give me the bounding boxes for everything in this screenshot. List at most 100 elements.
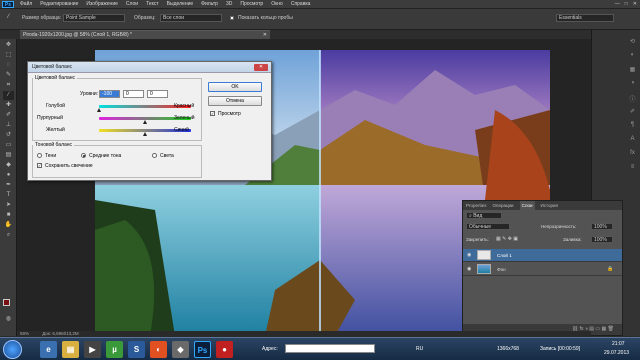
layer-row-layer1[interactable]: ◉ Слой 1	[463, 249, 622, 262]
level-yellow-blue-input[interactable]: 0	[147, 90, 168, 98]
photoshop-taskbar-icon[interactable]: Ps	[194, 341, 211, 358]
language-indicator[interactable]: RU	[416, 346, 423, 352]
ie-icon[interactable]: e	[40, 341, 57, 358]
menu-image[interactable]: Изображение	[86, 1, 118, 8]
hand-tool-icon[interactable]: ✋	[3, 221, 14, 230]
layer-row-background[interactable]: ◉ Фон 🔒	[463, 263, 622, 276]
level-magenta-green-input[interactable]: 0	[123, 90, 144, 98]
paragraph-icon[interactable]: ¶	[628, 122, 637, 130]
address-input[interactable]	[285, 344, 375, 353]
info-icon[interactable]: ⓘ	[628, 94, 637, 103]
magenta-green-slider-thumb[interactable]	[143, 120, 147, 124]
tab-actions[interactable]: Операции	[493, 201, 514, 210]
brush-presets-icon[interactable]: ✐	[628, 108, 637, 116]
level-cyan-red-input[interactable]: -100	[99, 90, 120, 98]
sample-size-select[interactable]: Point Sample	[63, 14, 125, 22]
document-tab[interactable]: Piroda-1920x1200.jpg @ 58% (Слой 1, RGB/…	[20, 30, 270, 39]
eye-icon[interactable]: ◉	[467, 252, 471, 258]
utorrent-icon[interactable]: µ	[106, 341, 123, 358]
color-balance-dialog: Цветовой баланс ✕ Цветовой баланс Уровни…	[27, 61, 272, 181]
eyedropper-tool-icon[interactable]: ⁄	[3, 91, 14, 100]
start-button[interactable]	[3, 340, 22, 359]
eyedropper-tool-icon[interactable]: ⁄	[3, 13, 14, 22]
pen-tool-icon[interactable]: ✒	[3, 181, 14, 190]
healing-tool-icon[interactable]: ✚	[3, 101, 14, 110]
styles-icon[interactable]: fx	[628, 150, 637, 158]
cyan-red-slider-thumb[interactable]	[97, 108, 101, 112]
move-tool-icon[interactable]: ✥	[3, 41, 14, 50]
preserve-luminosity-checkbox[interactable]: ✓	[37, 163, 42, 168]
history-icon[interactable]: ⟲	[628, 38, 637, 46]
menu-type[interactable]: Текст	[146, 1, 159, 8]
workspace-select[interactable]: Essentials	[556, 14, 614, 22]
minimize-button[interactable]: —	[615, 1, 620, 7]
gradient-tool-icon[interactable]: ▤	[3, 151, 14, 160]
tone-highlights-radio[interactable]	[152, 153, 157, 158]
clock-date[interactable]: 29.07.2013	[604, 350, 629, 356]
brush-tool-icon[interactable]: ✐	[3, 111, 14, 120]
zoom-tool-icon[interactable]: ⌕	[3, 231, 14, 240]
path-select-tool-icon[interactable]: ➤	[3, 201, 14, 210]
blend-mode-select[interactable]: Обычные	[466, 223, 510, 230]
dialog-titlebar[interactable]: Цветовой баланс	[28, 62, 271, 73]
tab-properties[interactable]: Properties	[466, 201, 487, 210]
close-button[interactable]: ✕	[633, 1, 637, 7]
tone-midtones-radio[interactable]	[81, 153, 86, 158]
layer-name[interactable]: Слой 1	[497, 253, 512, 258]
menu-help[interactable]: Справка	[291, 1, 311, 8]
media-player-icon[interactable]: ▶	[84, 341, 101, 358]
opacity-input[interactable]: 100%	[591, 223, 613, 230]
menu-file[interactable]: Файл	[20, 1, 32, 8]
layers-panel-tabs: Properties Операции Слои История	[463, 201, 622, 210]
character-icon[interactable]: A	[628, 136, 637, 144]
color-icon[interactable]: ◐	[628, 52, 637, 60]
tone-shadows-radio[interactable]	[37, 153, 42, 158]
tab-layers[interactable]: Слои	[519, 201, 535, 210]
app-icon[interactable]: ◆	[172, 341, 189, 358]
firefox-icon[interactable]: ◐	[150, 341, 167, 358]
skype-icon[interactable]: S	[128, 341, 145, 358]
fill-input[interactable]: 100%	[591, 236, 613, 243]
type-tool-icon[interactable]: T	[3, 191, 14, 200]
crop-tool-icon[interactable]: ⌗	[3, 81, 14, 90]
quick-select-tool-icon[interactable]: ✎	[3, 71, 14, 80]
dialog-close-icon[interactable]: ✕	[254, 64, 268, 71]
sample-select[interactable]: Все слои	[160, 14, 222, 22]
adjustments-icon[interactable]: ◑	[628, 80, 637, 88]
menu-select[interactable]: Выделение	[167, 1, 194, 8]
document-tab-close-icon[interactable]: ✕	[263, 31, 267, 39]
clock-time[interactable]: 21:07	[612, 341, 625, 347]
lock-icons[interactable]: ▦ ✎ ✥ ▣	[496, 236, 518, 242]
menu-3d[interactable]: 3D	[226, 1, 232, 8]
swatches-icon[interactable]: ▦	[628, 66, 637, 74]
layer-name[interactable]: Фон	[497, 267, 506, 272]
stamp-tool-icon[interactable]: ⊥	[3, 121, 14, 130]
yellow-blue-slider-thumb[interactable]	[143, 132, 147, 136]
quick-mask-icon[interactable]: ◍	[3, 315, 14, 324]
show-ring-checkbox[interactable]	[230, 16, 234, 20]
channels-icon[interactable]: ≡	[628, 164, 637, 172]
kind-filter-select[interactable]: ⌕ Вид	[466, 212, 502, 219]
dodge-tool-icon[interactable]: ●	[3, 171, 14, 180]
eraser-tool-icon[interactable]: ▭	[3, 141, 14, 150]
lasso-tool-icon[interactable]: ◌	[3, 61, 14, 70]
shape-tool-icon[interactable]: ■	[3, 211, 14, 220]
marquee-tool-icon[interactable]: ⬚	[3, 51, 14, 60]
maximize-button[interactable]: □	[625, 1, 628, 7]
cancel-button[interactable]: Отмена	[208, 96, 262, 106]
history-brush-tool-icon[interactable]: ↺	[3, 131, 14, 140]
explorer-icon[interactable]: ▤	[62, 341, 79, 358]
menu-layers[interactable]: Слои	[126, 1, 138, 8]
menu-filter[interactable]: Фильтр	[201, 1, 218, 8]
preview-checkbox[interactable]: ✓	[210, 111, 215, 116]
eye-icon[interactable]: ◉	[467, 266, 471, 272]
ok-button[interactable]: OK	[208, 82, 262, 92]
recorder-icon[interactable]: ●	[216, 341, 233, 358]
tab-history[interactable]: История	[541, 201, 558, 210]
foreground-color-swatch[interactable]	[3, 299, 10, 306]
menu-window[interactable]: Окно	[271, 1, 283, 8]
blur-tool-icon[interactable]: ◆	[3, 161, 14, 170]
zoom-readout[interactable]: 58%	[20, 331, 29, 336]
menu-edit[interactable]: Редактирование	[40, 1, 78, 8]
menu-view[interactable]: Просмотр	[240, 1, 263, 8]
